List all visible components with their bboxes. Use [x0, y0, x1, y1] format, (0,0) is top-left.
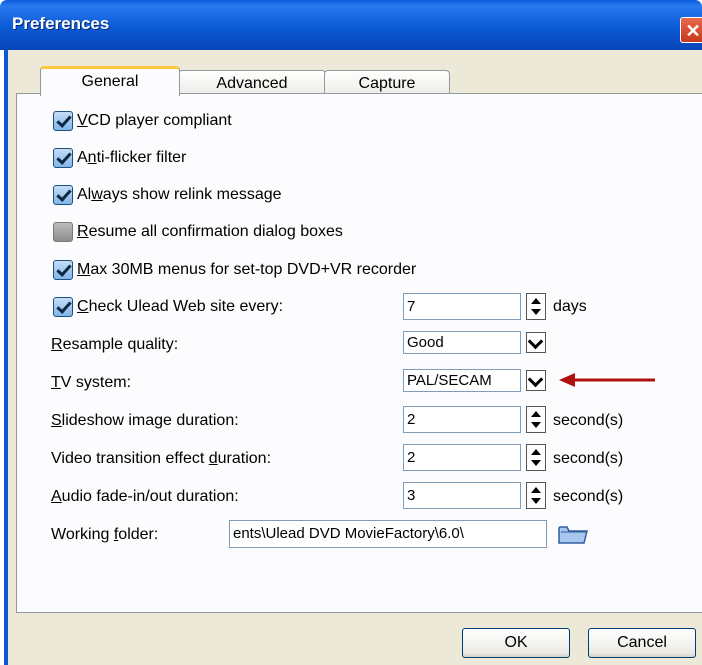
max30-checkbox[interactable] [53, 260, 73, 280]
resume-label: Resume all confirmation dialog boxes [77, 223, 343, 240]
check-days-spinner[interactable] [526, 293, 546, 320]
fade-unit: second(s) [553, 488, 624, 505]
resume-checkbox[interactable] [53, 222, 73, 242]
dialog-title: Preferences [12, 14, 110, 33]
close-icon: ✕ [685, 21, 701, 41]
resample-select[interactable]: Good [403, 331, 521, 354]
dialog-body: General Advanced Capture VCD player comp… [4, 50, 702, 665]
transition-duration-input[interactable]: 2 [403, 444, 521, 471]
tv-system-dropdown-button[interactable] [526, 370, 546, 391]
chevron-down-icon [527, 333, 544, 350]
general-panel: VCD player compliant Anti-flicker filter… [16, 93, 702, 613]
tab-label: Advanced [216, 75, 288, 92]
tv-system-label: TV system: [51, 374, 132, 391]
cancel-button[interactable]: Cancel [588, 628, 696, 658]
check-ulead-label: Check Ulead Web site every: [77, 298, 284, 315]
transition-unit: second(s) [553, 450, 624, 467]
resample-label: Resample quality: [51, 336, 179, 353]
working-folder-input[interactable]: ents\Ulead DVD MovieFactory\6.0\ [229, 520, 547, 548]
slideshow-spinner[interactable] [526, 406, 546, 433]
slideshow-label: Slideshow image duration: [51, 412, 239, 429]
folder-icon[interactable] [557, 522, 589, 546]
tab-general[interactable]: General [40, 66, 180, 96]
slideshow-duration-input[interactable]: 2 [403, 406, 521, 433]
transition-spinner[interactable] [526, 444, 546, 471]
antiflicker-checkbox[interactable] [53, 148, 73, 168]
relink-checkbox[interactable] [53, 185, 73, 205]
fade-spinner[interactable] [526, 482, 546, 509]
working-folder-label: Working folder: [51, 526, 159, 543]
max30-label: Max 30MB menus for set-top DVD+VR record… [77, 261, 417, 278]
close-button[interactable]: ✕ [680, 17, 702, 43]
chevron-down-icon [527, 371, 544, 388]
fade-label: Audio fade-in/out duration: [51, 488, 239, 505]
check-days-input[interactable]: 7 [403, 293, 521, 320]
red-arrow-icon [559, 373, 655, 387]
tab-label: General [81, 73, 139, 90]
antiflicker-label: Anti-flicker filter [77, 149, 187, 166]
resample-dropdown-button[interactable] [526, 332, 546, 353]
tab-label: Capture [358, 75, 416, 92]
slideshow-unit: second(s) [553, 412, 624, 429]
vcd-checkbox[interactable] [53, 111, 73, 131]
relink-label: Always show relink message [77, 186, 282, 203]
preferences-dialog: Preferences ✕ General Advanced Capture V… [0, 0, 702, 665]
days-unit: days [553, 298, 587, 315]
fade-duration-input[interactable]: 3 [403, 482, 521, 509]
transition-label: Video transition effect duration: [51, 450, 272, 467]
tv-system-select[interactable]: PAL/SECAM [403, 369, 521, 392]
title-bar[interactable]: Preferences [0, 0, 702, 50]
check-ulead-checkbox[interactable] [53, 297, 73, 317]
vcd-label: VCD player compliant [77, 112, 232, 129]
ok-button[interactable]: OK [462, 628, 570, 658]
